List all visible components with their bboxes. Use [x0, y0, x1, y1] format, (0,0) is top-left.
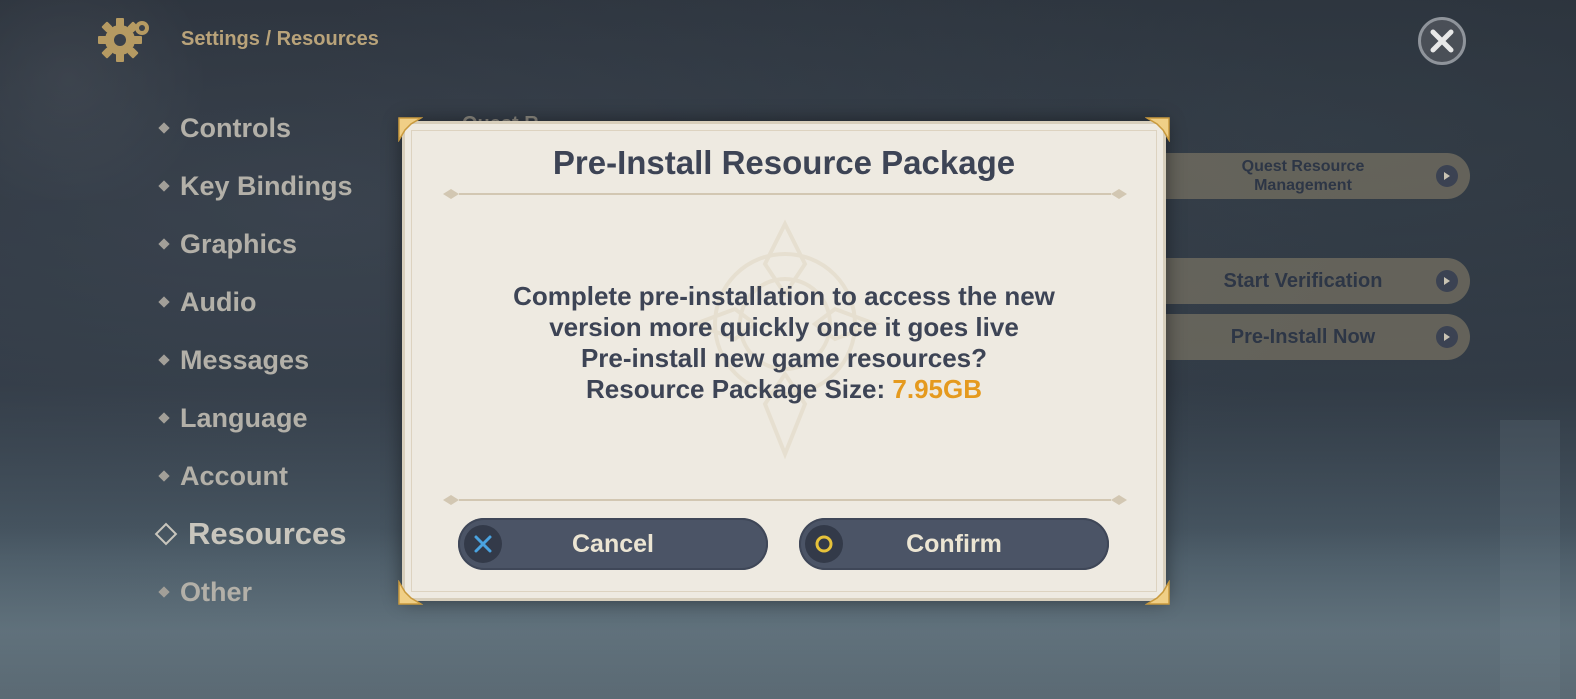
- corner-ornament-icon: [398, 580, 423, 605]
- diamond-icon: [158, 470, 170, 482]
- diamond-icon: [154, 522, 178, 546]
- circle-button-icon: [805, 525, 843, 563]
- breadcrumb: Settings / Resources: [181, 28, 379, 50]
- confirm-button[interactable]: Confirm: [799, 518, 1109, 570]
- dialog-title: Pre-Install Resource Package: [552, 144, 1016, 181]
- diamond-icon: [158, 122, 170, 134]
- sidebar-item-language[interactable]: Language: [158, 398, 388, 438]
- diamond-icon: [158, 296, 170, 308]
- corner-ornament-icon: [1145, 580, 1170, 605]
- sidebar-item-resources[interactable]: Resources: [154, 514, 388, 554]
- arrow-right-icon: [1436, 326, 1458, 348]
- sidebar-item-label: Other: [180, 576, 253, 607]
- confirm-label: Confirm: [906, 529, 1002, 558]
- start-verification-button[interactable]: Start Verification: [1166, 258, 1470, 304]
- cancel-label: Cancel: [572, 529, 654, 558]
- pre-install-now-button[interactable]: Pre-Install Now: [1166, 314, 1470, 360]
- message-line: version more quickly once it goes live: [549, 312, 1019, 342]
- pre-install-dialog: Pre-Install Resource Package Complete pr…: [398, 117, 1170, 605]
- divider: [443, 495, 1127, 505]
- sidebar-item-audio[interactable]: Audio: [158, 282, 388, 322]
- sidebar-item-label: Controls: [180, 112, 291, 143]
- sidebar-item-graphics[interactable]: Graphics: [158, 224, 388, 264]
- quest-resource-management-button[interactable]: Quest Resource Management: [1166, 153, 1470, 199]
- button-label: Start Verification: [1223, 269, 1383, 292]
- sidebar-item-label: Audio: [180, 286, 257, 317]
- close-button[interactable]: [1418, 17, 1466, 65]
- message-line: Pre-install new game resources?: [580, 343, 988, 373]
- sidebar-item-label: Resources: [188, 516, 347, 551]
- sidebar-item-label: Messages: [180, 344, 310, 375]
- message-line: Complete pre-installation to access the …: [513, 281, 1055, 311]
- button-label-line1: Quest Resource: [1241, 158, 1365, 175]
- diamond-icon: [158, 238, 170, 250]
- diamond-icon: [158, 586, 170, 598]
- divider: [443, 189, 1127, 199]
- package-size-value: 7.95GB: [892, 374, 982, 404]
- sidebar-item-label: Key Bindings: [180, 170, 353, 201]
- button-label-line2: Management: [1254, 177, 1352, 194]
- package-size-line: Resource Package Size: 7.95GB: [405, 374, 1163, 405]
- button-label: Pre-Install Now: [1230, 325, 1376, 348]
- dialog-message: Complete pre-installation to access the …: [405, 281, 1163, 405]
- cancel-button[interactable]: Cancel: [458, 518, 768, 570]
- corner-ornament-icon: [398, 117, 423, 142]
- diamond-icon: [158, 412, 170, 424]
- sidebar-item-label: Account: [180, 460, 288, 491]
- arrow-right-icon: [1436, 165, 1458, 187]
- sidebar-item-messages[interactable]: Messages: [158, 340, 388, 380]
- sidebar-item-other[interactable]: Other: [158, 572, 388, 612]
- background-pillar: [1500, 420, 1560, 699]
- sidebar-item-label: Language: [180, 402, 308, 433]
- diamond-icon: [158, 180, 170, 192]
- sidebar-item-controls[interactable]: Controls: [158, 108, 388, 148]
- gear-icon: [98, 18, 149, 62]
- sidebar-item-key-bindings[interactable]: Key Bindings: [158, 166, 388, 206]
- sidebar-item-label: Graphics: [180, 228, 298, 259]
- cross-button-icon: [464, 525, 502, 563]
- corner-ornament-icon: [1145, 117, 1170, 142]
- diamond-icon: [158, 354, 170, 366]
- arrow-right-icon: [1436, 270, 1458, 292]
- close-icon: [1430, 29, 1454, 53]
- package-size-label: Resource Package Size:: [586, 374, 893, 404]
- sidebar-item-account[interactable]: Account: [158, 456, 388, 496]
